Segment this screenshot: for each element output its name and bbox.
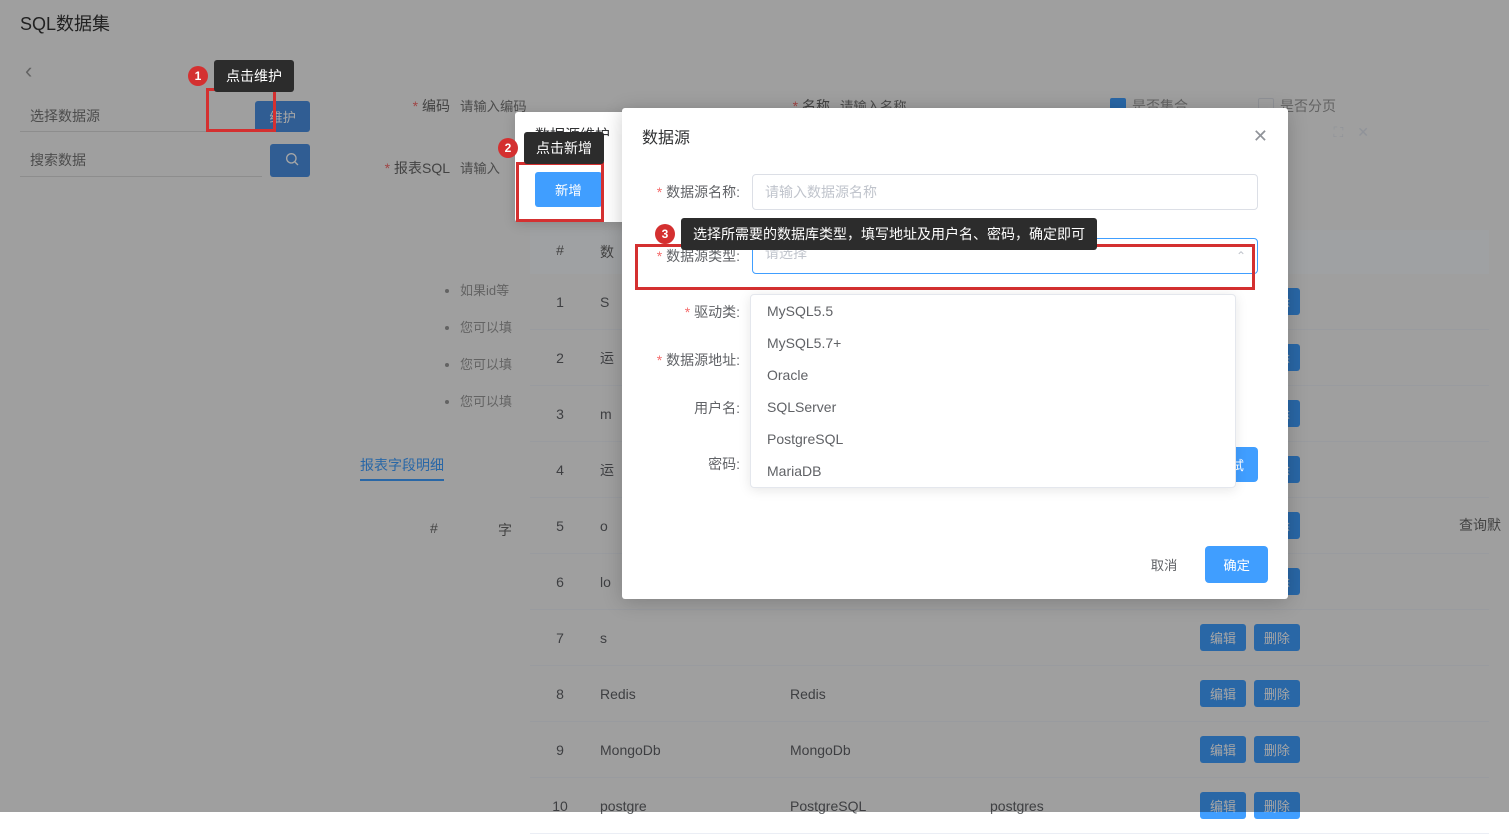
annotation-badge-3: 3 bbox=[655, 224, 675, 244]
chevron-up-icon: ⌃ bbox=[1236, 249, 1246, 263]
annotation-badge-1: 1 bbox=[188, 66, 208, 86]
dropdown-item[interactable]: MariaDB bbox=[751, 455, 1235, 487]
dropdown-item[interactable]: MySQL5.7+ bbox=[751, 327, 1235, 359]
close-icon[interactable]: ✕ bbox=[1357, 124, 1369, 141]
password-label: 密码: bbox=[652, 454, 752, 474]
dropdown-item[interactable]: SQLServer bbox=[751, 391, 1235, 423]
dropdown-item[interactable]: MySQL5.5 bbox=[751, 295, 1235, 327]
annotation-text-3: 选择所需要的数据库类型，填写地址及用户名、密码，确定即可 bbox=[681, 218, 1097, 250]
annotation-text-1: 点击维护 bbox=[214, 60, 294, 92]
username-label: 用户名: bbox=[652, 398, 752, 418]
dropdown-item[interactable]: Oracle bbox=[751, 359, 1235, 391]
datasource-name-label: 数据源名称: bbox=[652, 182, 752, 202]
annotation-text-2: 点击新增 bbox=[524, 132, 604, 164]
annotation-badge-2: 2 bbox=[498, 138, 518, 158]
modal-title: 数据源 bbox=[642, 124, 690, 148]
modal-close-icon[interactable]: ✕ bbox=[1253, 126, 1268, 147]
driver-label: 驱动类: bbox=[652, 302, 752, 322]
expand-icon[interactable]: ⛶ bbox=[1333, 124, 1343, 141]
add-button[interactable]: 新增 bbox=[535, 172, 602, 207]
cancel-button[interactable]: 取消 bbox=[1133, 546, 1196, 583]
confirm-button[interactable]: 确定 bbox=[1205, 546, 1268, 583]
dropdown-item[interactable]: PostgreSQL bbox=[751, 423, 1235, 455]
dropdown-panel: MySQL5.5MySQL5.7+OracleSQLServerPostgreS… bbox=[750, 294, 1236, 488]
address-label: 数据源地址: bbox=[652, 350, 752, 370]
datasource-name-input[interactable] bbox=[752, 174, 1258, 210]
